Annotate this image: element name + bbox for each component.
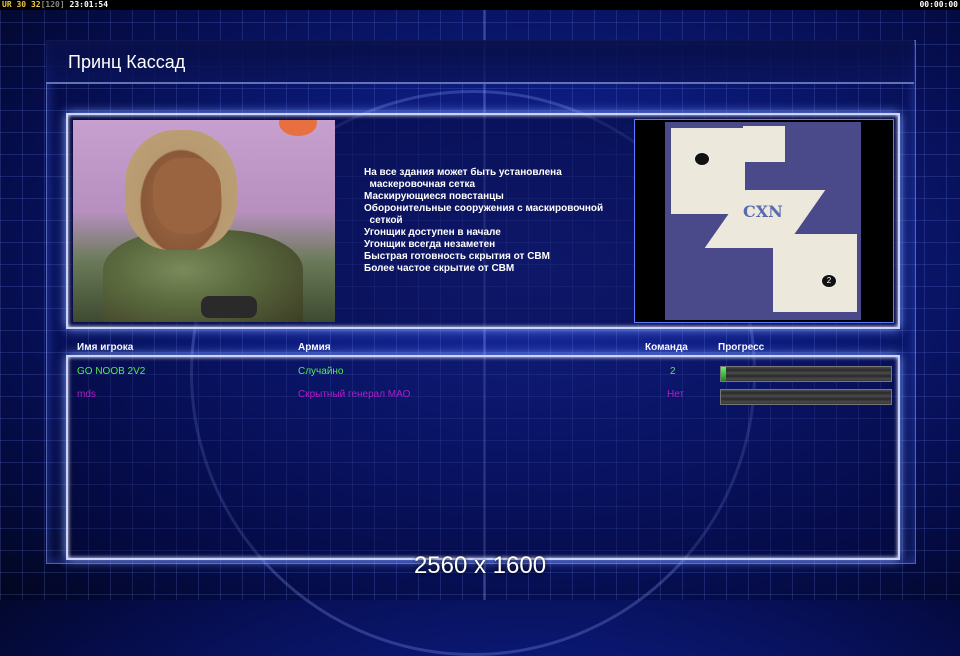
progress-fill [721,367,727,381]
general-portrait [73,120,335,322]
portrait-gun [201,296,257,318]
table-row: mds Скрытный генерал МАО Нет [68,383,898,405]
map-preview[interactable]: CXN 2 [634,119,894,323]
clock-left: 23:01:54 [69,0,109,9]
player-team[interactable]: Нет [667,389,684,400]
resolution-label: 2560 x 1600 [413,552,547,579]
general-info-panel: На все здания может быть установлена мас… [66,113,900,329]
map-tile [671,128,745,214]
status-bar: UR 30 32[120] 23:01:54 00:00:00 [0,0,960,10]
perk-item: На все здания может быть установлена [364,167,562,178]
col-header-team: Команда [645,342,688,353]
col-header-progress: Прогресс [718,342,765,353]
title-bar: Принц Кассад [46,40,914,84]
sun-shape [279,120,317,136]
perk-item: Оборонительные сооружения с маскировочно… [364,203,604,214]
fps-cap: [120] [40,0,65,9]
col-header-army: Армия [298,342,331,353]
perk-item: Маскирующиеся повстанцы [364,191,504,202]
clock-right: 00:00:00 [919,0,958,9]
col-header-name: Имя игрока [77,342,134,353]
portrait-face [153,158,221,234]
player-name: GO NOOB 2V2 [77,366,146,377]
perks-list: На все здания может быть установлена мас… [364,167,624,275]
perk-item: маскеровочная сетка [364,179,476,190]
fps-value: 30 [16,0,27,9]
table-row: GO NOOB 2V2 Случайно 2 [68,360,898,382]
map-label: CXN [743,202,783,221]
page-title: Принц Кассад [68,52,186,72]
fps-value-2: 32 [30,0,41,9]
perk-item: Угонщик доступен в начале [364,227,501,238]
status-left: UR 30 32[120] 23:01:54 [2,0,108,10]
players-panel: GO NOOB 2V2 Случайно 2 mds Скрытный гене… [66,355,900,560]
ur-label: UR [2,0,12,9]
perk-item: сеткой [364,215,403,226]
perk-item: Угонщик всегда незаметен [364,239,496,250]
progress-bar [720,389,892,405]
perk-item: Более частое скрытие от СВМ [364,263,515,274]
map-tile [773,234,857,312]
player-team[interactable]: 2 [670,366,676,377]
progress-bar [720,366,892,382]
map-terrain: CXN 2 [665,122,861,320]
player-army[interactable]: Скрытный генерал МАО [298,389,410,400]
map-tile [743,126,785,162]
spawn-point-1[interactable] [694,152,710,166]
spawn-point-2[interactable]: 2 [821,274,837,288]
perk-item: Быстрая готовность скрытия от СВМ [364,251,550,262]
player-army[interactable]: Случайно [298,366,344,377]
player-name: mds [77,389,96,400]
